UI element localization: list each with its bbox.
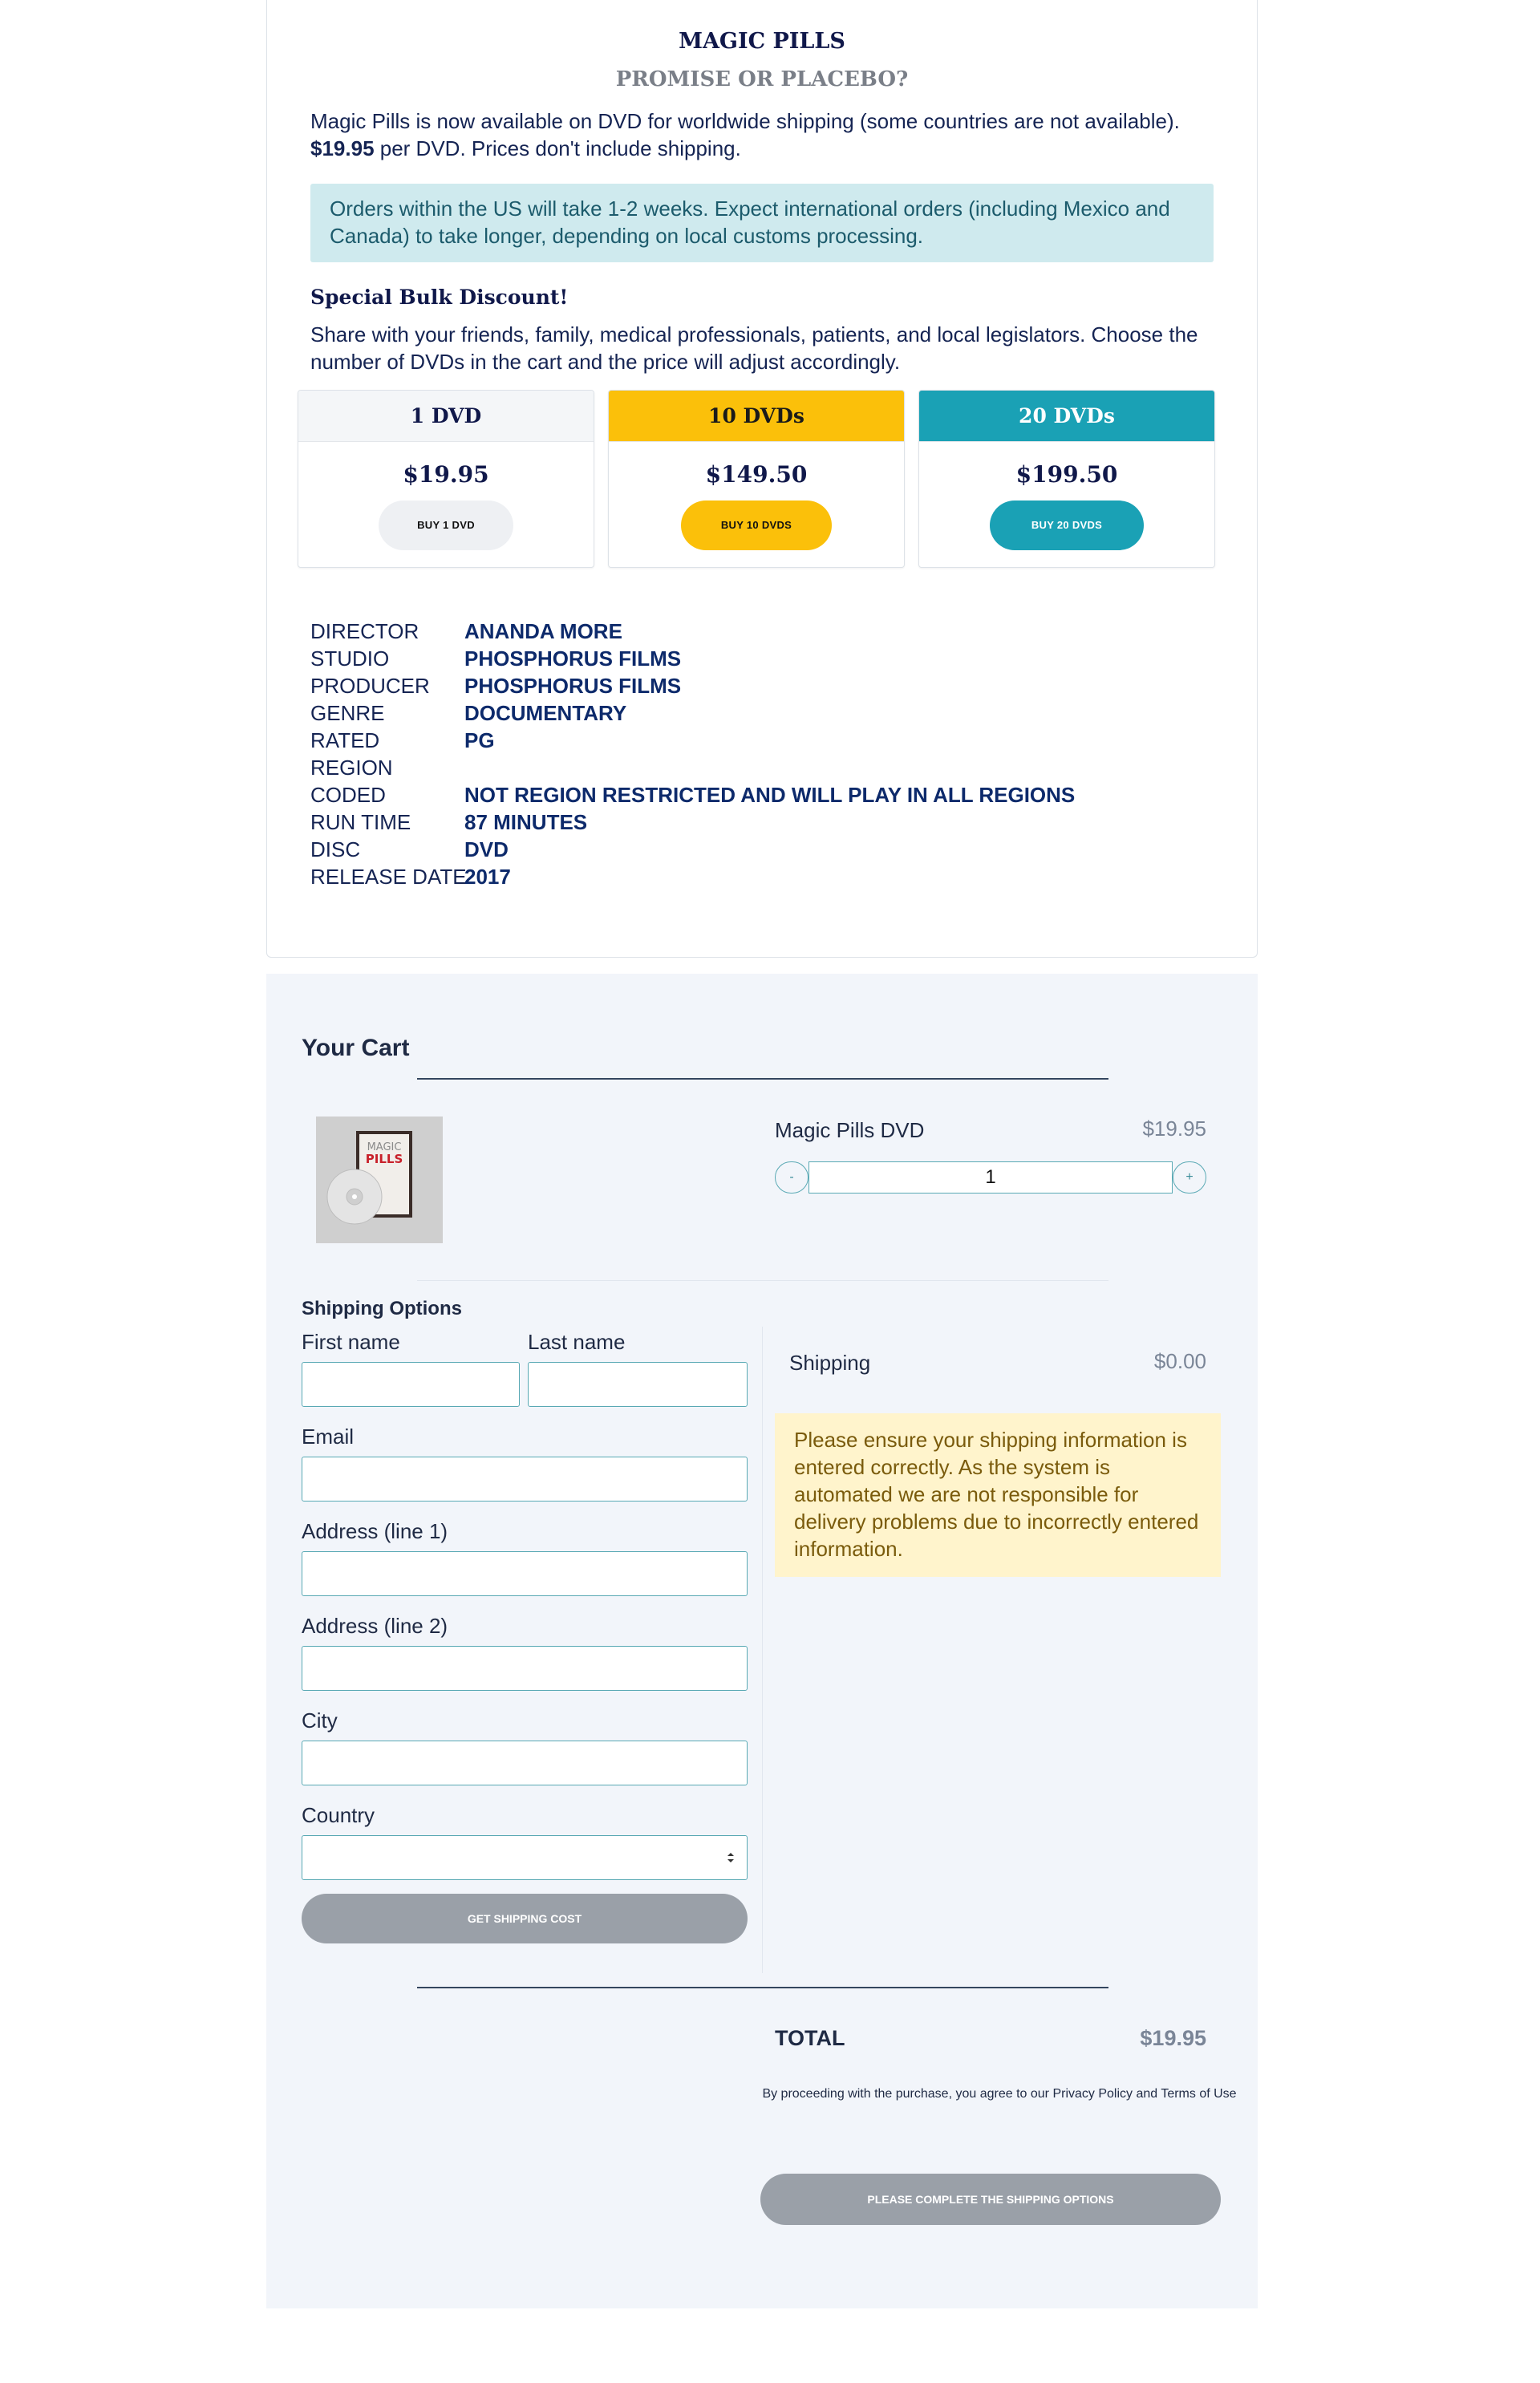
spec-label: DISC <box>310 837 361 861</box>
intro-line2: per DVD. Prices don't include shipping. <box>374 136 741 160</box>
email-label: Email <box>302 1425 355 1449</box>
shipping-time-notice: Orders within the US will take 1-2 weeks… <box>310 184 1214 262</box>
pricing-card-price: $19.95 <box>403 461 489 488</box>
address-line1-label: Address (line 1) <box>302 1519 448 1543</box>
spec-label: PRODUCER <box>310 674 430 698</box>
intro-line1: Magic Pills is now available on DVD for … <box>310 109 1180 133</box>
spec-value: PHOSPHORUS FILMS <box>464 646 682 671</box>
bulk-discount-text: Share with your friends, family, medical… <box>310 322 1198 374</box>
spec-label: RELEASE DATE <box>310 865 467 889</box>
spec-value: DOCUMENTARY <box>464 701 627 725</box>
cart-item-divider <box>417 1280 1108 1281</box>
product-thumbnail: MAGIC PILLS <box>316 1117 443 1243</box>
cart-item-price: $19.95 <box>1142 1117 1206 1141</box>
buy-1-dvd-button[interactable]: BUY 1 DVD <box>379 501 513 550</box>
select-arrows-icon <box>727 1853 734 1862</box>
country-select[interactable] <box>302 1835 748 1880</box>
spec-label: DIRECTOR <box>310 619 419 643</box>
spec-value: ANANDA MORE <box>464 619 622 643</box>
spec-value: PG <box>464 728 495 752</box>
country-label: Country <box>302 1803 375 1827</box>
complete-shipping-button[interactable]: PLEASE COMPLETE THE SHIPPING OPTIONS <box>760 2174 1221 2225</box>
shipping-column-divider <box>762 1327 763 1973</box>
dvd-cover-image: MAGIC PILLS <box>316 1117 443 1243</box>
spec-value: NOT REGION RESTRICTED AND WILL PLAY IN A… <box>464 783 1076 807</box>
pricing-card-header: 1 DVD <box>298 391 594 442</box>
spec-label: RATED <box>310 728 380 752</box>
first-name-label: First name <box>302 1330 400 1354</box>
total-divider <box>417 1987 1108 1988</box>
get-shipping-cost-button[interactable]: GET SHIPPING COST <box>302 1894 748 1943</box>
spec-value: 2017 <box>464 865 511 889</box>
address-line2-input[interactable] <box>302 1646 748 1691</box>
pricing-card-price: $149.50 <box>705 461 808 488</box>
spec-value: 87 MINUTES <box>464 810 588 834</box>
shipping-value: $0.00 <box>1153 1349 1206 1373</box>
total-label: TOTAL <box>775 2026 845 2050</box>
last-name-label: Last name <box>528 1330 626 1354</box>
cart-divider <box>417 1078 1108 1080</box>
pricing-card-price: $199.50 <box>1015 461 1118 488</box>
quantity-input[interactable]: 1 <box>808 1161 1173 1194</box>
spec-value: DVD <box>464 837 509 861</box>
pricing-card-20-dvds: 20 DVDs $199.50 BUY 20 DVDS <box>918 390 1215 568</box>
spec-value: PHOSPHORUS FILMS <box>464 674 682 698</box>
first-name-input[interactable] <box>302 1362 520 1407</box>
product-subtitle: PROMISE OR PLACEBO? <box>615 67 909 91</box>
total-value: $19.95 <box>1140 2026 1206 2050</box>
buy-10-dvds-button[interactable]: BUY 10 DVDS <box>681 501 832 550</box>
shipping-warning: Please ensure your shipping information … <box>775 1413 1221 1577</box>
bulk-discount-title: Special Bulk Discount! <box>310 286 569 309</box>
city-input[interactable] <box>302 1741 748 1785</box>
product-card: MAGIC PILLS PROMISE OR PLACEBO? Magic Pi… <box>266 0 1258 958</box>
spec-label: REGION <box>310 756 393 780</box>
quantity-increase-button[interactable]: + <box>1173 1161 1206 1194</box>
intro-price: $19.95 <box>310 136 375 160</box>
cart-title: Your Cart <box>302 1035 410 1061</box>
terms-notice: By proceeding with the purchase, you agr… <box>762 2087 1237 2101</box>
city-label: City <box>302 1708 338 1733</box>
spec-label: STUDIO <box>310 646 390 671</box>
intro-text: Magic Pills is now available on DVD for … <box>310 107 1217 162</box>
buy-20-dvds-button[interactable]: BUY 20 DVDS <box>990 501 1144 550</box>
last-name-input[interactable] <box>528 1362 748 1407</box>
address-line2-label: Address (line 2) <box>302 1614 448 1638</box>
email-input[interactable] <box>302 1457 748 1502</box>
pricing-card-1-dvd: 1 DVD $19.95 BUY 1 DVD <box>298 390 594 568</box>
pricing-card-header: 20 DVDs <box>919 391 1214 442</box>
pricing-card-10-dvds: 10 DVDs $149.50 BUY 10 DVDS <box>608 390 905 568</box>
shipping-options-title: Shipping Options <box>302 1298 462 1319</box>
spec-label: CODED <box>310 783 386 807</box>
shipping-label: Shipping <box>789 1351 871 1375</box>
cover-text-pills: PILLS <box>366 1152 403 1166</box>
cart-item-name: Magic Pills DVD <box>775 1118 925 1142</box>
spec-label: GENRE <box>310 701 385 725</box>
product-title: MAGIC PILLS <box>679 29 845 54</box>
cart-section: Your Cart MAGIC PILLS Magic Pills DVD $1… <box>266 974 1258 2308</box>
address-line1-input[interactable] <box>302 1551 748 1596</box>
quantity-decrease-button[interactable]: - <box>775 1161 808 1194</box>
pricing-card-header: 10 DVDs <box>609 391 904 442</box>
spec-label: RUN TIME <box>310 810 411 834</box>
